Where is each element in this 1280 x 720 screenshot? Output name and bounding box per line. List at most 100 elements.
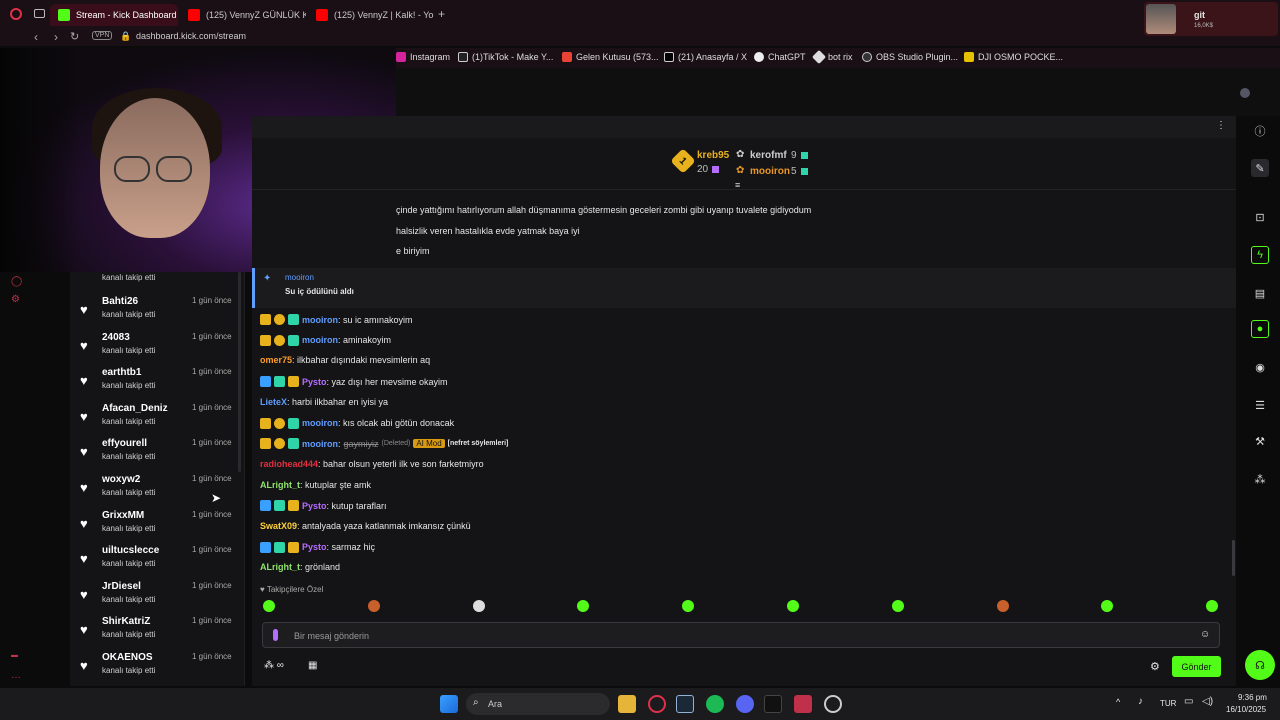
emote-icon[interactable]	[1101, 600, 1114, 612]
document-icon[interactable]: ▤	[1251, 284, 1269, 302]
follower-row[interactable]: ♥ Bahti26 kanalı takip etti 1 gün önce	[70, 294, 240, 328]
follower-name[interactable]: effyourell	[102, 438, 147, 449]
store-icon[interactable]: ▦	[308, 660, 317, 671]
chat-tools-icon[interactable]: ⁂ ∞	[264, 660, 284, 671]
back-icon[interactable]: ‹	[34, 30, 38, 44]
audio-app-icon[interactable]	[764, 695, 782, 713]
chat-input[interactable]: Bir mesaj gönderin ☺	[262, 622, 1220, 648]
bookmark-x[interactable]: (21) Anasayfa / X	[664, 52, 747, 62]
chat-username[interactable]: mooiron	[302, 315, 338, 325]
chat-username[interactable]: LieteX	[260, 397, 287, 407]
follower-name[interactable]: Afacan_Deniz	[102, 403, 168, 414]
emote-icon[interactable]	[577, 600, 590, 612]
discord-icon[interactable]	[736, 695, 754, 713]
capture-icon[interactable]: ⊡	[1251, 208, 1269, 226]
bookmark-instagram[interactable]: Instagram	[396, 52, 450, 62]
collapse-icon[interactable]: ≡	[735, 180, 740, 190]
follower-name[interactable]: uiltucslecce	[102, 545, 159, 556]
emote-icon[interactable]	[263, 600, 275, 612]
follower-name[interactable]: earthtb1	[102, 367, 141, 378]
emote-icon[interactable]	[682, 600, 695, 612]
forward-icon[interactable]: ›	[54, 30, 58, 44]
bookmark-chatgpt[interactable]: ChatGPT	[754, 52, 806, 62]
emote-icon[interactable]	[996, 600, 1009, 612]
chat-username[interactable]: Pysto	[302, 501, 327, 511]
nodes-icon[interactable]: ⁂	[1251, 470, 1269, 488]
emote-icon[interactable]	[787, 600, 799, 612]
chat-scrollbar[interactable]	[1232, 540, 1235, 576]
bookmark-botrix[interactable]: bot rix	[811, 49, 853, 65]
broadcast-icon[interactable]: ◉	[1251, 358, 1269, 376]
follower-name[interactable]: JrDiesel	[102, 581, 141, 592]
chat-username[interactable]: ALright_t	[260, 562, 300, 572]
follower-row[interactable]: ♥ uiltucslecce kanalı takip etti 1 gün ö…	[70, 543, 240, 577]
tab-overview-icon[interactable]	[34, 9, 45, 18]
chat-menu-icon[interactable]: ⋮	[1216, 120, 1226, 131]
chat-username[interactable]: Pysto	[302, 542, 327, 552]
windows-start-icon[interactable]	[440, 695, 458, 713]
follower-row[interactable]: ♥ effyourell kanalı takip etti 1 gün önc…	[70, 436, 240, 470]
tab-youtube-2[interactable]: (125) VennyZ | Kalk! - You	[308, 4, 434, 26]
emote-icon[interactable]	[891, 600, 904, 612]
follower-row[interactable]: ♥ Afacan_Deniz kanalı takip etti 1 gün ö…	[70, 401, 240, 435]
follower-name[interactable]: GrixxMM	[102, 510, 144, 521]
clock-date[interactable]: 16/10/2025	[1226, 705, 1266, 714]
emote-icon[interactable]	[472, 600, 485, 612]
support-icon[interactable]: ☊	[1245, 650, 1275, 680]
lightning-icon[interactable]: ϟ	[1251, 246, 1269, 264]
edit-icon[interactable]: ✎	[1251, 159, 1269, 177]
emote-icon[interactable]	[1206, 600, 1219, 612]
follower-row[interactable]: ♥ OKAENOS kanalı takip etti 1 gün önce	[70, 650, 240, 684]
opera-logo-icon[interactable]	[10, 8, 22, 20]
chat-username[interactable]: omer75	[260, 355, 292, 365]
chat-username[interactable]: mooiron	[302, 418, 338, 428]
vpn-badge[interactable]: VPN	[92, 31, 113, 40]
leader-name-1[interactable]: kreb95	[697, 150, 729, 161]
clock-time[interactable]: 9:36 pm	[1238, 693, 1267, 702]
follower-name[interactable]: OKAENOS	[102, 652, 153, 663]
file-explorer-icon[interactable]	[618, 695, 636, 713]
url-field[interactable]: dashboard.kick.com/stream	[136, 31, 246, 41]
mic-icon[interactable]	[273, 629, 278, 641]
info-icon[interactable]: ⓘ	[1251, 122, 1269, 140]
follower-row[interactable]: ♥ earthtb1 kanalı takip etti 1 gün önce	[70, 365, 240, 399]
rail-icon-bottom[interactable]: ▬	[11, 652, 18, 659]
send-button[interactable]: Gönder	[1172, 656, 1221, 677]
bookmark-dji[interactable]: DJI OSMO POCKE...	[964, 52, 1063, 62]
chat-username[interactable]: mooiron	[302, 335, 338, 345]
mic-tray-icon[interactable]: ♪	[1138, 696, 1143, 707]
new-tab-icon[interactable]: +	[438, 7, 445, 21]
leader-name-2[interactable]: kerofmf	[750, 150, 787, 161]
reload-icon[interactable]: ↻	[70, 30, 79, 43]
chat-bubble-icon[interactable]: ●	[1251, 320, 1269, 338]
chat-settings-icon[interactable]: ⚙	[1150, 660, 1160, 673]
follower-row[interactable]: ♥ ShirKatriZ kanalı takip etti 1 gün önc…	[70, 614, 240, 648]
follower-row[interactable]: ♥ GrixxMM kanalı takip etti 1 gün önce	[70, 508, 240, 542]
app-icon[interactable]	[794, 695, 812, 713]
layout-icon[interactable]: ☰	[1251, 396, 1269, 414]
more-icon[interactable]: …	[11, 670, 21, 681]
volume-icon[interactable]: ◁)	[1202, 696, 1213, 707]
tray-chevron-icon[interactable]: ^	[1116, 697, 1120, 707]
emote-icon[interactable]	[367, 600, 380, 612]
chat-username[interactable]: mooiron	[302, 439, 338, 449]
follower-name[interactable]: ShirKatriZ	[102, 616, 150, 627]
bookmark-tiktok[interactable]: (1)TikTok - Make Y...	[458, 52, 553, 62]
bookmark-gmail[interactable]: Gelen Kutusu (573...	[562, 52, 659, 62]
tab-kick-dashboard[interactable]: Stream - Kick Dashboard	[50, 4, 178, 26]
ring-icon[interactable]: ◯	[11, 276, 22, 287]
language-indicator[interactable]: TUR	[1160, 699, 1176, 708]
opera-icon[interactable]	[648, 695, 666, 713]
settings-icon[interactable]: ⚙	[11, 294, 20, 305]
obs-taskbar-icon[interactable]	[824, 695, 842, 713]
follower-name[interactable]: 24083	[102, 332, 130, 343]
steam-icon[interactable]	[676, 695, 694, 713]
chat-username[interactable]: SwatX09	[260, 521, 297, 531]
chat-username[interactable]: radiohead444	[260, 459, 318, 469]
chat-username[interactable]: Pysto	[302, 377, 327, 387]
emoji-icon[interactable]: ☺	[1200, 629, 1210, 640]
notification-icon[interactable]	[1240, 88, 1250, 98]
follower-row[interactable]: ♥ 24083 kanalı takip etti 1 gün önce	[70, 330, 240, 364]
tab-youtube-1[interactable]: (125) VennyZ GÜNLÜK Ki	[180, 4, 306, 26]
network-icon[interactable]: ▭	[1184, 696, 1193, 707]
